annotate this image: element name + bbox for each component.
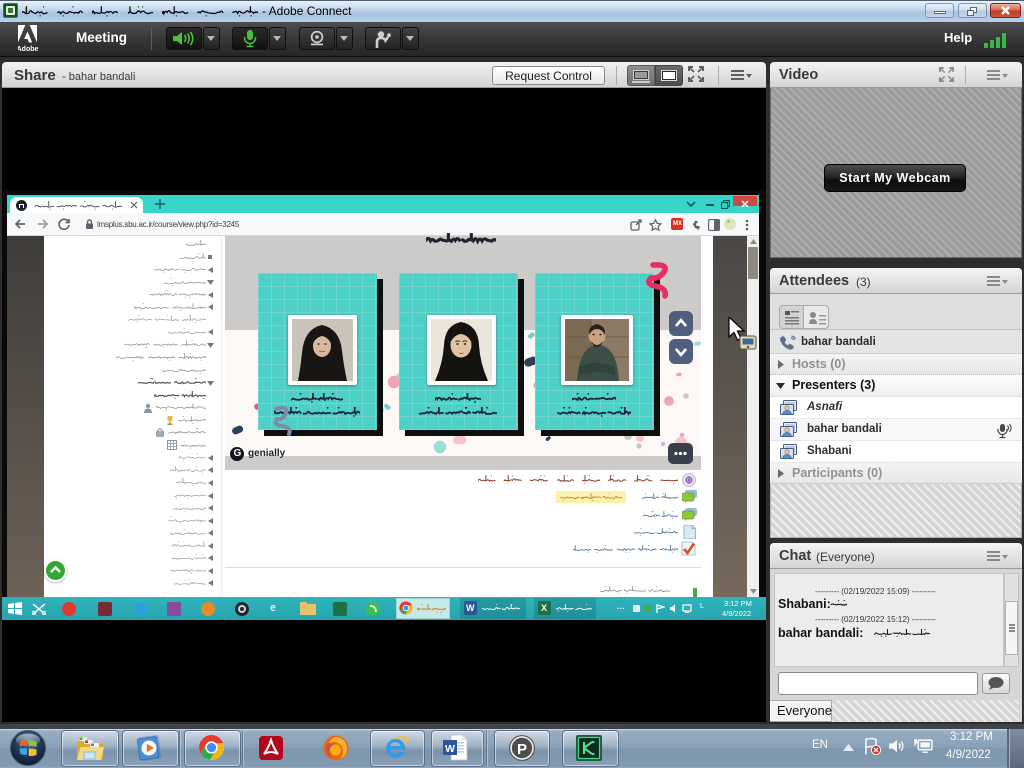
- svg-text:Adobe: Adobe: [18, 46, 38, 53]
- svg-text:P: P: [517, 741, 527, 758]
- svg-text:W: W: [445, 743, 455, 755]
